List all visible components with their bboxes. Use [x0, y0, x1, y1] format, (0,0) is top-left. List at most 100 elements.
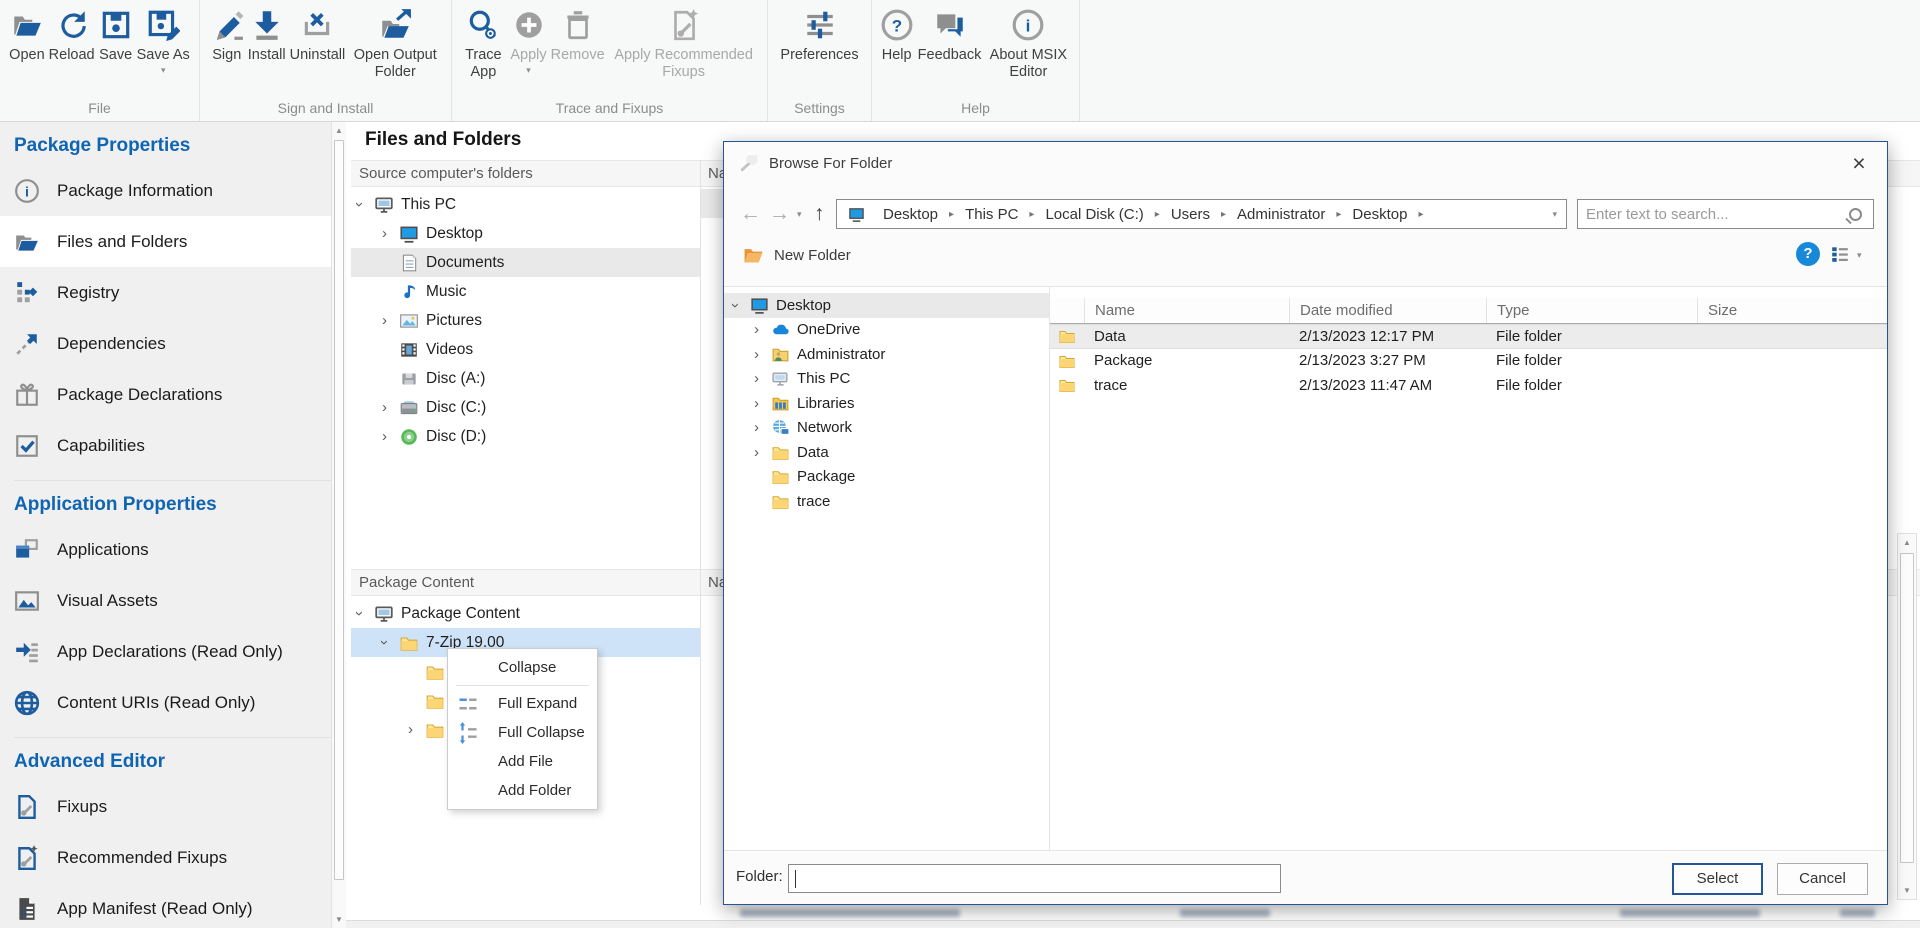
chevron-right-icon[interactable] — [754, 445, 771, 460]
sidebar-scrollbar[interactable] — [331, 122, 346, 928]
name-column-header[interactable]: Name — [1084, 298, 1289, 323]
open-button[interactable]: Open — [7, 7, 46, 65]
breadcrumb-item-this-pc[interactable]: This PC — [954, 206, 1029, 223]
install-button[interactable]: Install — [246, 7, 288, 65]
apply-recommended-fixups-button[interactable]: Apply Recommended Fixups — [607, 7, 761, 82]
tree-item-data[interactable]: Data — [724, 440, 1049, 465]
chevron-right-icon[interactable] — [754, 420, 771, 435]
menu-item-add-file[interactable]: Add File — [448, 747, 597, 776]
chevron-down-icon[interactable]: ▾ — [526, 66, 531, 75]
select-button[interactable]: Select — [1672, 863, 1763, 895]
sign-button[interactable]: Sign — [208, 7, 246, 65]
scroll-down-button[interactable] — [1898, 882, 1916, 899]
sidebar-item-dependencies[interactable]: Dependencies — [0, 318, 331, 369]
preferences-button[interactable]: Preferences — [778, 7, 860, 65]
uninstall-button[interactable]: Uninstall — [288, 7, 348, 65]
tree-item-disc-a[interactable]: Disc (A:) — [351, 364, 700, 393]
chevron-right-icon[interactable] — [382, 313, 399, 328]
scroll-down-button[interactable] — [332, 911, 346, 928]
tree-item-this-pc[interactable]: This PC — [724, 367, 1049, 392]
back-button[interactable]: ← — [740, 199, 761, 229]
date-modified-column-header[interactable]: Date modified — [1289, 298, 1486, 323]
chevron-down-icon[interactable]: ▾ — [161, 66, 166, 75]
tree-item-desktop[interactable]: Desktop — [351, 219, 700, 248]
tree-item-documents[interactable]: Documents — [351, 248, 700, 277]
chevron-down-icon[interactable] — [733, 298, 750, 313]
menu-item-collapse[interactable]: Collapse — [448, 653, 597, 682]
tree-item-onedrive[interactable]: OneDrive — [724, 318, 1049, 343]
scrollbar-thumb[interactable] — [334, 140, 344, 880]
search-input[interactable] — [1578, 206, 1849, 223]
table-row-package[interactable]: Package 2/13/2023 3:27 PM File folder — [1050, 349, 1887, 374]
scroll-up-button[interactable] — [1898, 534, 1916, 551]
sidebar-item-capabilities[interactable]: Capabilities — [0, 420, 331, 471]
menu-item-full-expand[interactable]: Full Expand — [448, 689, 597, 718]
icon-column-header[interactable] — [1050, 298, 1084, 323]
chevron-right-icon[interactable] — [382, 400, 399, 415]
chevron-down-icon[interactable] — [382, 635, 399, 650]
sidebar-item-fixups[interactable]: Fixups — [0, 781, 331, 832]
history-dropdown-icon[interactable] — [797, 199, 802, 229]
menu-item-full-collapse[interactable]: Full Collapse — [448, 718, 597, 747]
chevron-right-icon[interactable] — [382, 226, 399, 241]
view-dropdown-icon[interactable] — [1857, 251, 1862, 260]
chevron-right-icon[interactable] — [754, 396, 771, 411]
chevron-down-icon[interactable] — [357, 606, 374, 621]
feedback-button[interactable]: Feedback — [916, 7, 984, 65]
sidebar-item-registry[interactable]: Registry — [0, 267, 331, 318]
tree-item-music[interactable]: Music — [351, 277, 700, 306]
breadcrumb-separator-icon[interactable] — [1418, 209, 1423, 220]
open-output-folder-button[interactable]: Open Output Folder — [347, 7, 443, 82]
remove-button[interactable]: Remove — [549, 7, 607, 65]
tree-item-disc-d[interactable]: Disc (D:) — [351, 422, 700, 451]
breadcrumb-item-desktop[interactable]: Desktop — [872, 206, 949, 223]
folder-input[interactable] — [789, 865, 1280, 892]
sidebar-item-files-and-folders[interactable]: Files and Folders — [0, 216, 331, 267]
save-as-button[interactable]: Save As▾ — [135, 7, 192, 76]
cancel-button[interactable]: Cancel — [1777, 863, 1868, 895]
apply-button[interactable]: Apply▾ — [508, 7, 548, 76]
sidebar-item-applications[interactable]: Applications — [0, 524, 331, 575]
breadcrumb-item-users[interactable]: Users — [1160, 206, 1221, 223]
search-icon[interactable] — [1849, 208, 1862, 221]
chevron-right-icon[interactable] — [382, 429, 399, 444]
view-details-icon[interactable] — [1830, 244, 1850, 264]
save-button[interactable]: Save — [97, 7, 135, 65]
up-button[interactable]: ↑ — [814, 199, 825, 229]
size-column-header[interactable]: Size — [1697, 298, 1887, 323]
sidebar-item-app-manifest[interactable]: App Manifest (Read Only) — [0, 883, 331, 928]
background-scrollbar[interactable] — [1897, 533, 1917, 900]
chevron-right-icon[interactable] — [754, 371, 771, 386]
scroll-up-button[interactable] — [332, 122, 346, 139]
tree-item-desktop[interactable]: Desktop — [724, 293, 1049, 318]
chevron-down-icon[interactable] — [357, 197, 374, 212]
sidebar-item-package-declarations[interactable]: Package Declarations — [0, 369, 331, 420]
reload-button[interactable]: Reload — [47, 7, 97, 65]
tree-item-videos[interactable]: Videos — [351, 335, 700, 364]
chevron-right-icon[interactable] — [754, 322, 771, 337]
sidebar-item-content-uris[interactable]: Content URIs (Read Only) — [0, 677, 331, 728]
new-folder-button[interactable]: New Folder — [742, 244, 851, 267]
menu-item-add-folder[interactable]: Add Folder — [448, 776, 597, 805]
tree-item-administrator[interactable]: Administrator — [724, 342, 1049, 367]
type-column-header[interactable]: Type — [1486, 298, 1697, 323]
tree-item-trace[interactable]: trace — [724, 489, 1049, 514]
table-row-trace[interactable]: trace 2/13/2023 11:47 AM File folder — [1050, 373, 1887, 398]
breadcrumb-item-local-disk-c[interactable]: Local Disk (C:) — [1034, 206, 1154, 223]
table-row-data[interactable]: Data 2/13/2023 12:17 PM File folder — [1050, 324, 1887, 349]
breadcrumb-item-administrator[interactable]: Administrator — [1226, 206, 1336, 223]
tree-item-this-pc[interactable]: This PC — [351, 190, 700, 219]
help-button[interactable]: ?Help — [878, 7, 916, 65]
tree-item-package[interactable]: Package — [724, 465, 1049, 490]
breadcrumb-dropdown-icon[interactable] — [1552, 210, 1566, 219]
sidebar-item-recommended-fixups[interactable]: Recommended Fixups — [0, 832, 331, 883]
sidebar-item-visual-assets[interactable]: Visual Assets — [0, 575, 331, 626]
scrollbar-thumb[interactable] — [1900, 553, 1914, 863]
tree-item-package-content[interactable]: Package Content — [351, 599, 700, 628]
breadcrumb-item-desktop-2[interactable]: Desktop — [1341, 206, 1418, 223]
forward-button[interactable]: → — [769, 199, 790, 229]
tree-item-libraries[interactable]: Libraries — [724, 391, 1049, 416]
help-icon[interactable]: ? — [1796, 242, 1820, 266]
trace-app-button[interactable]: Trace App — [458, 7, 508, 82]
chevron-right-icon[interactable] — [754, 347, 771, 362]
